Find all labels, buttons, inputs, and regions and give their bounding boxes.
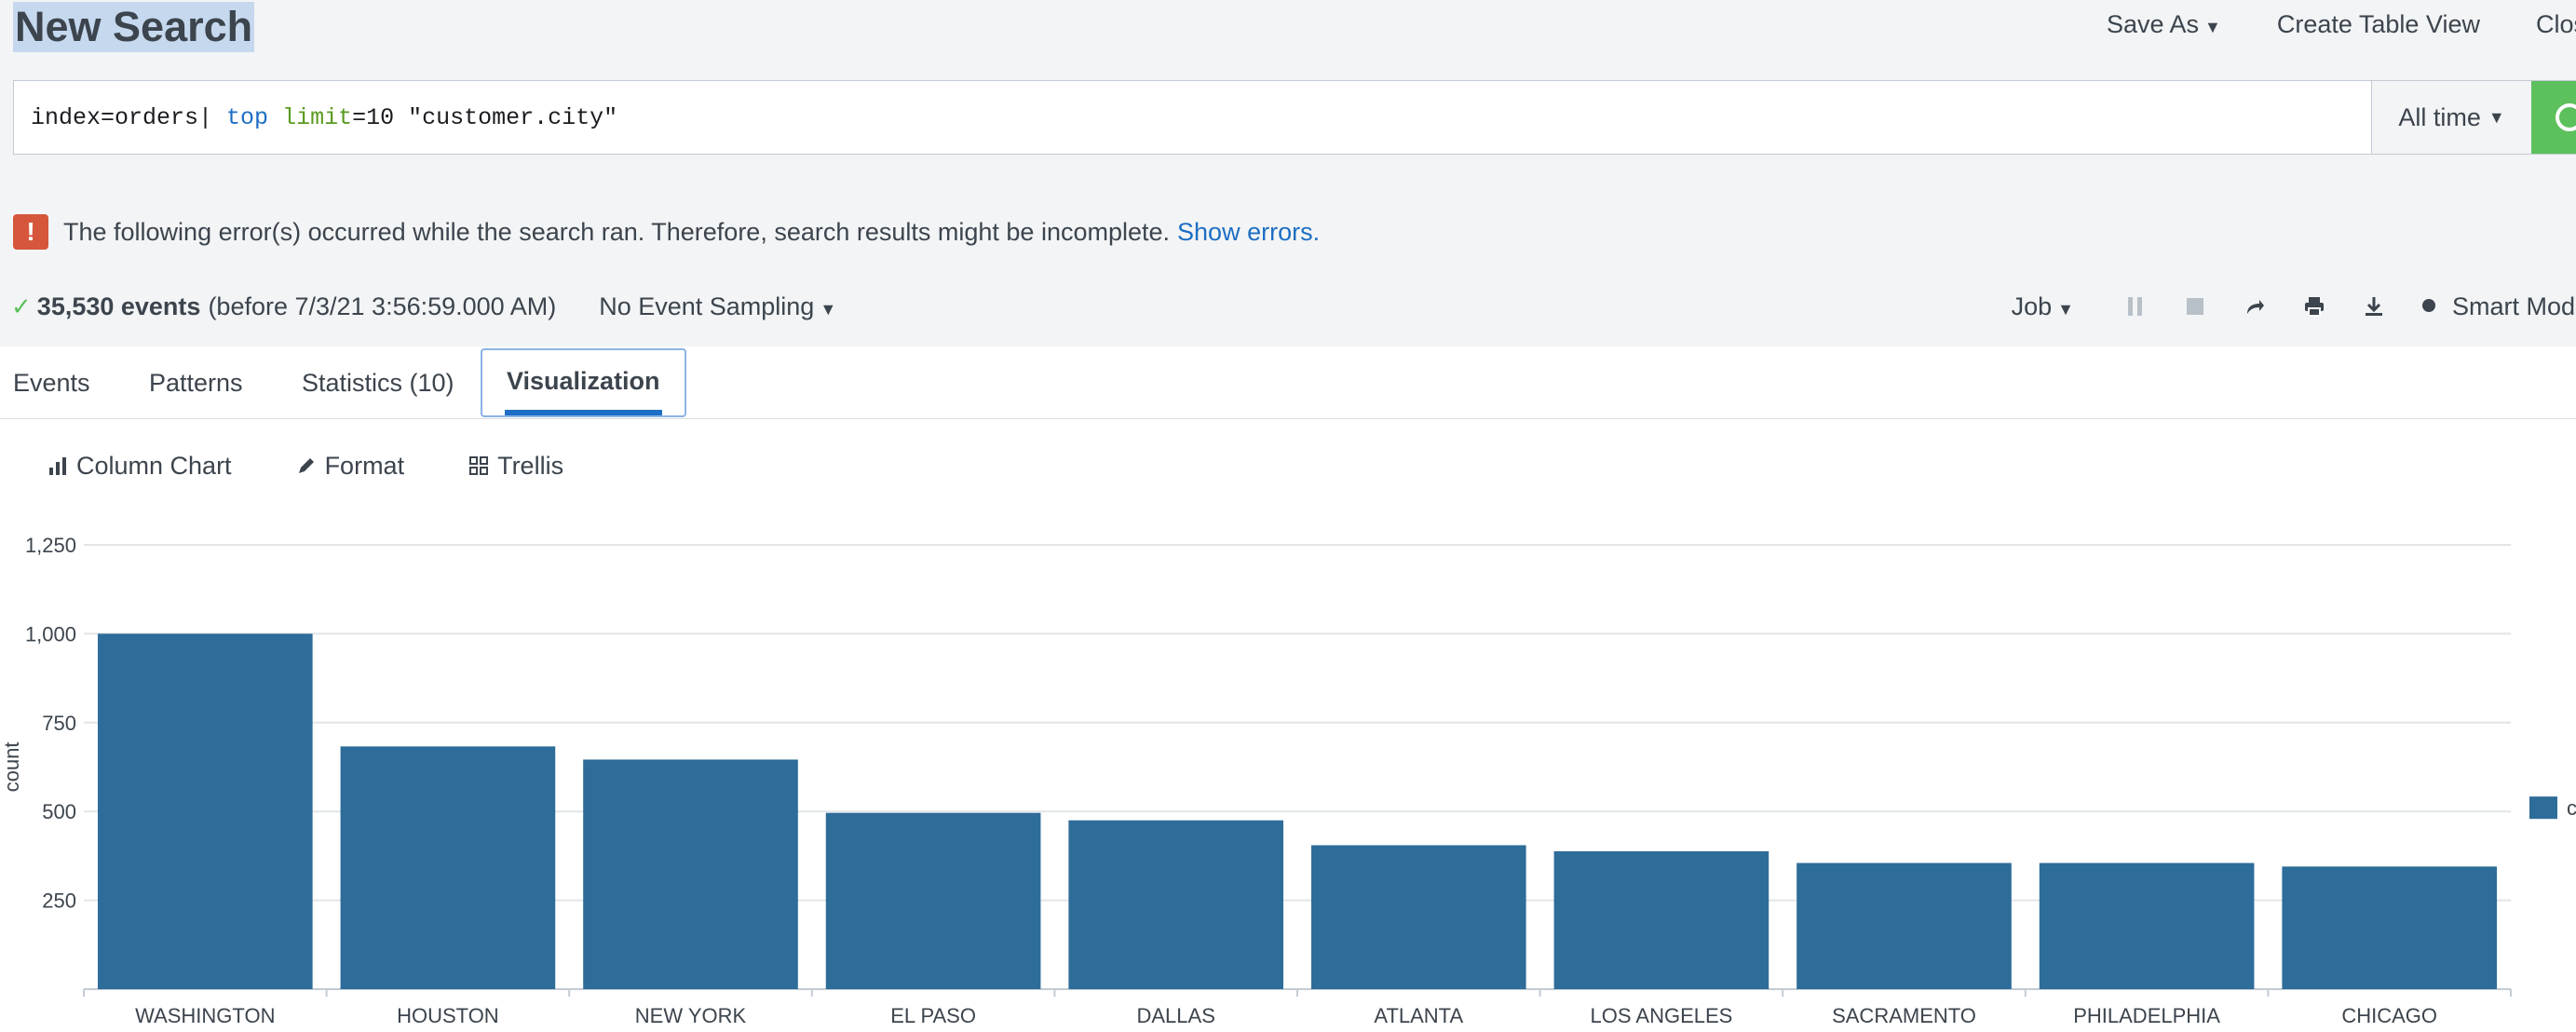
results-tabs: Events Patterns Statistics (10) Visualiz… [0,346,2576,419]
caret-down-icon: ▼ [2488,107,2505,127]
bar [1310,845,1526,989]
trellis-label: Trellis [497,451,564,480]
bar [1796,862,2012,989]
bar [1553,850,1769,989]
show-errors-link[interactable]: Show errors. [1177,218,1320,247]
events-count: 35,530 events [36,292,201,320]
bar [1068,820,1284,989]
events-before-time: (before 7/3/21 3:56:59.000 AM) [208,292,557,320]
chart-type-button[interactable]: Column Chart [48,452,232,481]
exclamation-icon: ! [13,214,48,250]
time-range-picker[interactable]: All time ▼ [2371,81,2531,154]
chart-type-label: Column Chart [76,451,232,480]
x-tick-label: DALLAS [1137,1004,1215,1027]
job-label: Job [2011,292,2053,320]
y-tick-label: 500 [42,800,76,823]
time-range-label: All time [2398,102,2481,131]
pause-icon[interactable] [2124,295,2147,318]
create-table-view-label: Create Table View [2276,10,2480,38]
stop-icon[interactable] [2184,295,2206,318]
format-label: Format [324,451,405,480]
search-page: New Search Save As ▼ Create Table View Cl… [0,0,2576,1032]
save-as-label: Save As [2106,10,2199,38]
search-mode-dropdown[interactable]: Smart Mode [2421,292,2576,321]
share-icon[interactable] [2244,295,2266,318]
x-tick-label: WASHINGTON [135,1004,275,1027]
caret-down-icon: ▼ [2057,299,2074,319]
search-mode-label: Smart Mode [2451,292,2576,320]
tab-visualization-label: Visualization [507,367,660,395]
y-tick-label: 1,000 [25,622,76,645]
save-as-button[interactable]: Save As ▼ [2107,7,2221,41]
top-actions: Save As ▼ Create Table View Close [2051,7,2576,41]
bar [97,633,313,989]
search-input[interactable]: index=orders| top limit =10 "customer.cit… [14,81,2371,154]
event-sampling-dropdown[interactable]: No Event Sampling ▼ [599,292,836,321]
x-tick-label: LOS ANGELES [1590,1004,1732,1027]
trellis-grid-icon [469,456,489,475]
pause-bars [2128,297,2143,316]
x-tick-label: EL PASO [890,1004,976,1027]
query-token [268,104,282,131]
tab-visualization[interactable]: Visualization [481,348,686,417]
legend-swatch [2529,796,2557,820]
search-button[interactable] [2531,81,2576,154]
x-tick-label: CHICAGO [2341,1004,2437,1027]
error-message: ! The following error(s) occurred while … [13,214,1320,250]
x-tick-label: HOUSTON [397,1004,499,1027]
x-tick-label: SACRAMENTO [1832,1004,1976,1027]
pencil-icon [298,458,314,473]
job-controls: Job ▼ Smart Mode [2012,289,2576,324]
query-token: limit [282,103,353,131]
y-tick-label: 1,250 [25,534,76,557]
search-bar: index=orders| top limit =10 "customer.cit… [13,80,2576,155]
trellis-button[interactable]: Trellis [469,452,563,481]
query-token: =10 "customer.city" [352,103,618,131]
tab-events[interactable]: Events [13,346,90,419]
x-tick-label: ATLANTA [1374,1004,1463,1027]
print-icon[interactable] [2303,295,2325,318]
job-dropdown[interactable]: Job ▼ [2012,292,2074,321]
y-tick-label: 250 [42,889,76,913]
bar [340,746,556,989]
caret-down-icon: ▼ [820,299,837,319]
y-tick-label: 750 [42,712,76,735]
bar [2039,862,2255,989]
column-chart-icon [49,457,66,475]
lightbulb-icon [2421,299,2435,313]
bar [825,812,1041,989]
create-table-view-button[interactable]: Create Table View [2277,7,2480,41]
download-icon[interactable] [2363,295,2385,318]
y-axis-label: count [0,742,23,793]
page-title: New Search [13,2,255,52]
legend-label: c [2567,796,2576,820]
query-token: index=orders| [31,103,227,131]
check-icon: ✓ [11,292,32,320]
close-button[interactable]: Close [2536,7,2576,41]
bar [2282,866,2498,989]
active-tab-indicator [505,410,662,415]
x-tick-label: NEW YORK [635,1004,747,1027]
stop-square [2186,298,2203,315]
status-row: ✓ 35,530 events (before 7/3/21 3:56:59.0… [11,289,836,324]
query-token: top [226,103,269,131]
caret-down-icon: ▼ [2204,18,2221,36]
search-icon [2556,103,2576,131]
column-chart: 250 500 750 1,000 1,250 count WASHINGTON HOUSTO… [0,534,2576,1027]
event-sampling-label: No Event Sampling [599,292,815,320]
bar [583,759,798,989]
visualization-toolbar: Column Chart Format Trellis [48,447,629,484]
format-button[interactable]: Format [297,451,405,481]
tab-statistics[interactable]: Statistics (10) [302,346,454,419]
x-tick-label: PHILADELPHIA [2073,1004,2220,1027]
tab-patterns[interactable]: Patterns [149,346,243,419]
error-text: The following error(s) occurred while th… [63,217,1171,246]
close-label: Close [2535,10,2576,38]
